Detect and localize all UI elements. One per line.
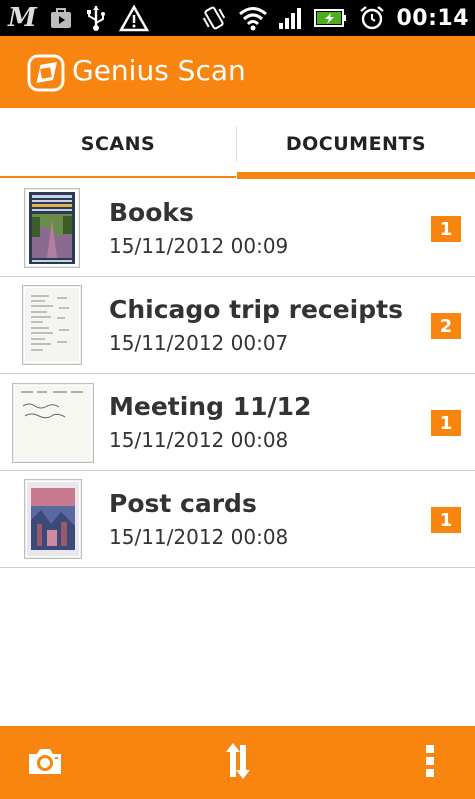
app-title: Genius Scan — [72, 54, 246, 87]
document-date: 15/11/2012 00:09 — [109, 234, 289, 258]
page-count-badge: 1 — [431, 507, 461, 533]
warning-icon — [118, 4, 149, 32]
tab-bar: SCANS DOCUMENTS — [0, 108, 475, 180]
genius-scan-logo-icon[interactable] — [26, 53, 66, 93]
postcard-thumbnail — [24, 479, 82, 559]
status-bar-left-icons: M — [8, 0, 149, 36]
document-name: Books — [109, 198, 194, 227]
sort-icon — [224, 741, 252, 785]
list-item[interactable]: Books 15/11/2012 00:09 1 — [0, 180, 475, 277]
document-date: 15/11/2012 00:08 — [109, 525, 289, 549]
overflow-menu-button[interactable] — [400, 726, 460, 799]
usb-icon — [85, 4, 107, 32]
alarm-icon — [358, 4, 386, 32]
tab-scans-underline — [0, 176, 236, 178]
bottom-action-bar — [0, 726, 475, 799]
tab-documents[interactable]: DOCUMENTS — [237, 108, 475, 180]
vibrate-icon — [200, 4, 228, 32]
wifi-icon — [238, 4, 268, 32]
tab-documents-selected-indicator — [237, 172, 475, 179]
list-item[interactable]: Meeting 11/12 15/11/2012 00:08 1 — [0, 374, 475, 471]
camera-icon — [26, 745, 64, 781]
handwritten-note-thumbnail — [12, 383, 94, 463]
page-count-badge: 1 — [431, 216, 461, 242]
status-bar-right-icons: 00:14 — [200, 0, 469, 36]
document-name: Chicago trip receipts — [109, 295, 403, 324]
document-list: Books 15/11/2012 00:09 1 Chicago trip re… — [0, 180, 475, 568]
overflow-menu-icon — [424, 744, 436, 782]
m-app-icon: M — [8, 3, 37, 33]
sort-button[interactable] — [207, 726, 269, 799]
play-store-icon — [49, 4, 73, 32]
app-bar: Genius Scan — [0, 36, 475, 108]
document-date: 15/11/2012 00:08 — [109, 428, 289, 452]
document-name: Post cards — [109, 489, 257, 518]
list-item[interactable]: Post cards 15/11/2012 00:08 1 — [0, 471, 475, 568]
book-cover-thumbnail — [24, 188, 80, 268]
battery-charging-icon — [314, 4, 348, 32]
page-count-badge: 2 — [431, 313, 461, 339]
status-time: 00:14 — [396, 5, 469, 31]
camera-button[interactable] — [14, 726, 76, 799]
document-name: Meeting 11/12 — [109, 392, 312, 421]
tab-scans[interactable]: SCANS — [0, 108, 236, 180]
status-bar: M 00:14 — [0, 0, 475, 36]
page-count-badge: 1 — [431, 410, 461, 436]
list-item[interactable]: Chicago trip receipts 15/11/2012 00:07 2 — [0, 277, 475, 374]
document-date: 15/11/2012 00:07 — [109, 331, 289, 355]
receipt-thumbnail — [22, 285, 82, 365]
signal-icon — [278, 4, 304, 32]
